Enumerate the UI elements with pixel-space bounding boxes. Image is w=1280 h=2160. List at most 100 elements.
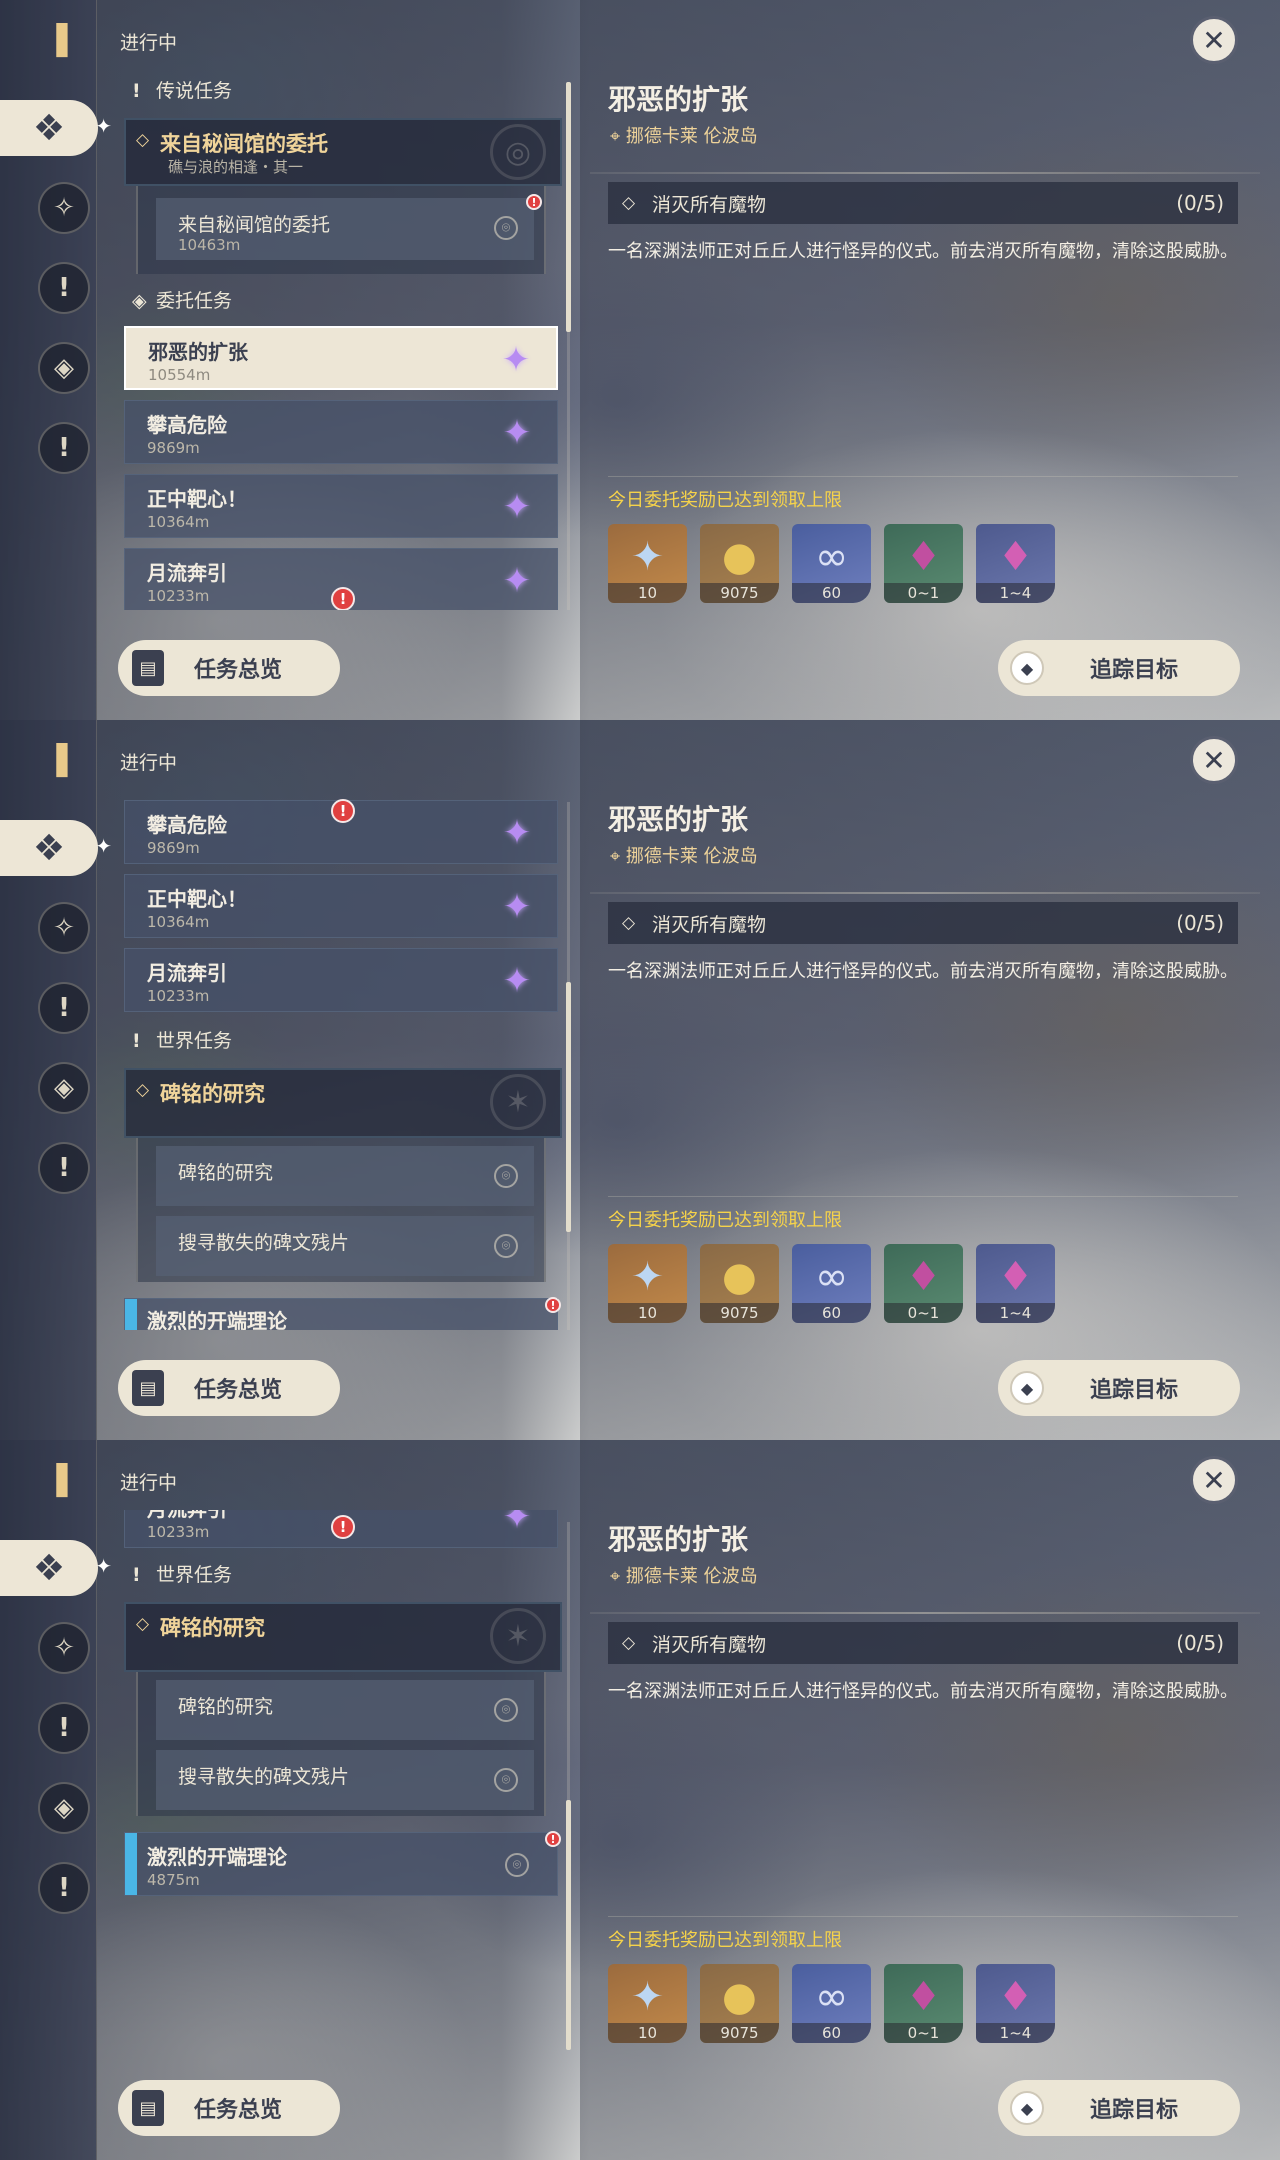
reward-amount: 9075 <box>700 1303 779 1323</box>
rail-tab-archon[interactable]: ✧ <box>38 182 90 234</box>
quest-overview-button[interactable]: ▤ 任务总览 <box>118 2080 340 2136</box>
close-button[interactable]: ✕ <box>1190 736 1238 784</box>
track-target-button[interactable]: ◆ 追踪目标 <box>998 1360 1240 1416</box>
location-pin-icon[interactable]: ⌾ <box>494 1234 518 1258</box>
reward-item[interactable]: ♦ 1~4 <box>976 524 1055 603</box>
rail-tab-story[interactable]: ! <box>38 982 90 1034</box>
quest-list: 月流奔引 10233m ✦ ! ! 世界任务 ◇ 碑铭的研究 ✶ 碑铭的研究 ⌾ … <box>120 1510 565 2050</box>
reward-amount: 9075 <box>700 2023 779 2043</box>
scrollbar[interactable] <box>566 82 571 610</box>
quest-book-icon[interactable]: ❚ <box>42 736 82 780</box>
alert-icon: ! <box>545 1831 561 1847</box>
reward-item[interactable]: ✦ 10 <box>608 1964 687 2043</box>
world-quest-header[interactable]: ◇ 碑铭的研究 ✶ <box>124 1068 562 1138</box>
reward-item[interactable]: ● 9075 <box>700 1244 779 1323</box>
commission-item[interactable]: 攀高危险 9869m ✦ <box>124 400 558 464</box>
reward-amount: 10 <box>608 2023 687 2043</box>
rail-tab-commission[interactable]: ❖ ✦ <box>0 100 112 156</box>
location-pin-icon[interactable]: ⌾ <box>494 1164 518 1188</box>
quest-item-partial[interactable]: 激烈的开端理论 ! <box>124 1297 561 1330</box>
reward-item[interactable]: ∞ 60 <box>792 1964 871 2043</box>
reward-item[interactable]: ∞ 60 <box>792 1244 871 1323</box>
commission-item[interactable]: 正中靶心！ 10364m ✦ <box>124 874 558 938</box>
reward-item[interactable]: ♦ 0~1 <box>884 1244 963 1323</box>
close-button[interactable]: ✕ <box>1190 16 1238 64</box>
reward-limit-notice: 今日委托奖励已达到领取上限 <box>608 1210 842 1231</box>
quest-overview-button[interactable]: ▤ 任务总览 <box>118 1360 340 1416</box>
rail-tab-world[interactable]: ! <box>38 1862 90 1914</box>
reward-limit-notice: 今日委托奖励已达到领取上限 <box>608 490 842 511</box>
rail-tab-daily[interactable]: ◈ <box>38 342 90 394</box>
rail-tab-archon[interactable]: ✧ <box>38 902 90 954</box>
quest-location-label: 挪德卡莱 伦波岛 <box>625 126 758 147</box>
rail-tab-commission[interactable]: ❖ ✦ <box>0 820 112 876</box>
world-step-item[interactable]: 碑铭的研究 ⌾ <box>156 1680 534 1740</box>
reward-item[interactable]: ✦ 10 <box>608 1244 687 1323</box>
scrollbar[interactable] <box>566 1522 571 2050</box>
story-quest-icon: ! <box>58 993 70 1023</box>
world-step-item[interactable]: 搜寻散失的碑文残片 ⌾ <box>156 1216 534 1276</box>
commission-item[interactable]: 月流奔引 10233m ✦ ! <box>124 548 558 610</box>
commission-item-partial[interactable]: 月流奔引 10233m ✦ ! <box>124 1510 558 1548</box>
diamond-icon: ◇ <box>136 1614 150 1634</box>
rail-tab-story[interactable]: ! <box>38 262 90 314</box>
rail-tab-story[interactable]: ! <box>38 1702 90 1754</box>
legend-quest-header[interactable]: ◇ 来自秘闻馆的委托 礁与浪的相逢・其一 ◎ <box>124 118 562 186</box>
scrollbar[interactable] <box>566 802 571 1330</box>
location-pin-icon[interactable]: ⌾ <box>505 1853 529 1877</box>
sparkle-icon: ✦ <box>95 834 112 858</box>
commission-item[interactable]: 正中靶心！ 10364m ✦ <box>124 474 558 538</box>
location-pin-icon[interactable]: ⌾ <box>494 1698 518 1722</box>
alert-icon: ! <box>331 587 355 610</box>
rail-tab-daily[interactable]: ◈ <box>38 1782 90 1834</box>
legend-step-item[interactable]: 来自秘闻馆的委托 10463m ⌾ ! <box>156 194 542 260</box>
side-rail: ❚ ❖ ✦ ✧ ! ◈ ! <box>0 720 112 1440</box>
rail-tab-world[interactable]: ! <box>38 422 90 474</box>
reward-item[interactable]: ♦ 0~1 <box>884 524 963 603</box>
quest-overview-button[interactable]: ▤ 任务总览 <box>118 640 340 696</box>
reward-amount: 10 <box>608 583 687 603</box>
quest-list: 攀高危险 9869m ✦ ! 正中靶心！ 10364m ✦ 月流奔引 10233… <box>120 790 565 1330</box>
mora-icon: ● <box>722 1254 757 1300</box>
close-button[interactable]: ✕ <box>1190 1456 1238 1504</box>
reward-item[interactable]: ● 9075 <box>700 1964 779 2043</box>
quest-description: 一名深渊法师正对丘丘人进行怪异的仪式。前去消灭所有魔物，清除这股威胁。 <box>608 241 1238 262</box>
location-pin-icon[interactable]: ⌾ <box>494 1768 518 1792</box>
rail-tab-commission[interactable]: ❖ ✦ <box>0 1540 112 1596</box>
reward-amount: 1~4 <box>976 1303 1055 1323</box>
scrollbar-thumb[interactable] <box>566 82 571 332</box>
objective-progress: (0/5) <box>1176 911 1224 935</box>
rail-tab-world[interactable]: ! <box>38 1142 90 1194</box>
quest-book-icon[interactable]: ❚ <box>42 16 82 60</box>
reward-item[interactable]: ∞ 60 <box>792 524 871 603</box>
commission-distance: 10233m <box>147 1523 210 1541</box>
world-step-item[interactable]: 碑铭的研究 ⌾ <box>156 1146 534 1206</box>
commission-item[interactable]: 月流奔引 10233m ✦ <box>124 948 558 1012</box>
scrollbar-thumb[interactable] <box>566 982 571 1232</box>
primogem-icon: ✦ <box>630 534 665 580</box>
scrollbar-thumb[interactable] <box>566 1800 571 2050</box>
track-target-label: 追踪目标 <box>1090 2098 1179 2123</box>
location-pin-icon[interactable]: ⌾ <box>494 216 518 240</box>
commission-item-selected[interactable]: 邪恶的扩张 10554m ✦ <box>124 326 558 390</box>
daily-quest-icon: ◈ <box>54 1793 74 1823</box>
archon-quest-icon: ✧ <box>53 913 75 943</box>
reward-item[interactable]: ♦ 1~4 <box>976 1964 1055 2043</box>
track-target-button[interactable]: ◆ 追踪目标 <box>998 640 1240 696</box>
quest-location-label: 挪德卡莱 伦波岛 <box>625 1566 758 1587</box>
reward-item[interactable]: ♦ 0~1 <box>884 1964 963 2043</box>
reward-item[interactable]: ✦ 10 <box>608 524 687 603</box>
quest-book-icon[interactable]: ❚ <box>42 1456 82 1500</box>
rail-tab-daily[interactable]: ◈ <box>38 1062 90 1114</box>
reward-item[interactable]: ● 9075 <box>700 524 779 603</box>
world-quest-header[interactable]: ◇ 碑铭的研究 ✶ <box>124 1602 562 1672</box>
world-step-item[interactable]: 搜寻散失的碑文残片 ⌾ <box>156 1750 534 1810</box>
quest-item[interactable]: 激烈的开端理论 4875m ⌾ ! <box>124 1831 561 1896</box>
reward-item[interactable]: ♦ 1~4 <box>976 1244 1055 1323</box>
commission-item[interactable]: 攀高危险 9869m ✦ ! <box>124 799 558 864</box>
companionship-exp-icon: ∞ <box>814 534 849 580</box>
track-target-button[interactable]: ◆ 追踪目标 <box>998 2080 1240 2136</box>
reward-amount: 60 <box>792 1303 871 1323</box>
quest-description: 一名深渊法师正对丘丘人进行怪异的仪式。前去消灭所有魔物，清除这股威胁。 <box>608 961 1238 982</box>
rail-tab-archon[interactable]: ✧ <box>38 1622 90 1674</box>
